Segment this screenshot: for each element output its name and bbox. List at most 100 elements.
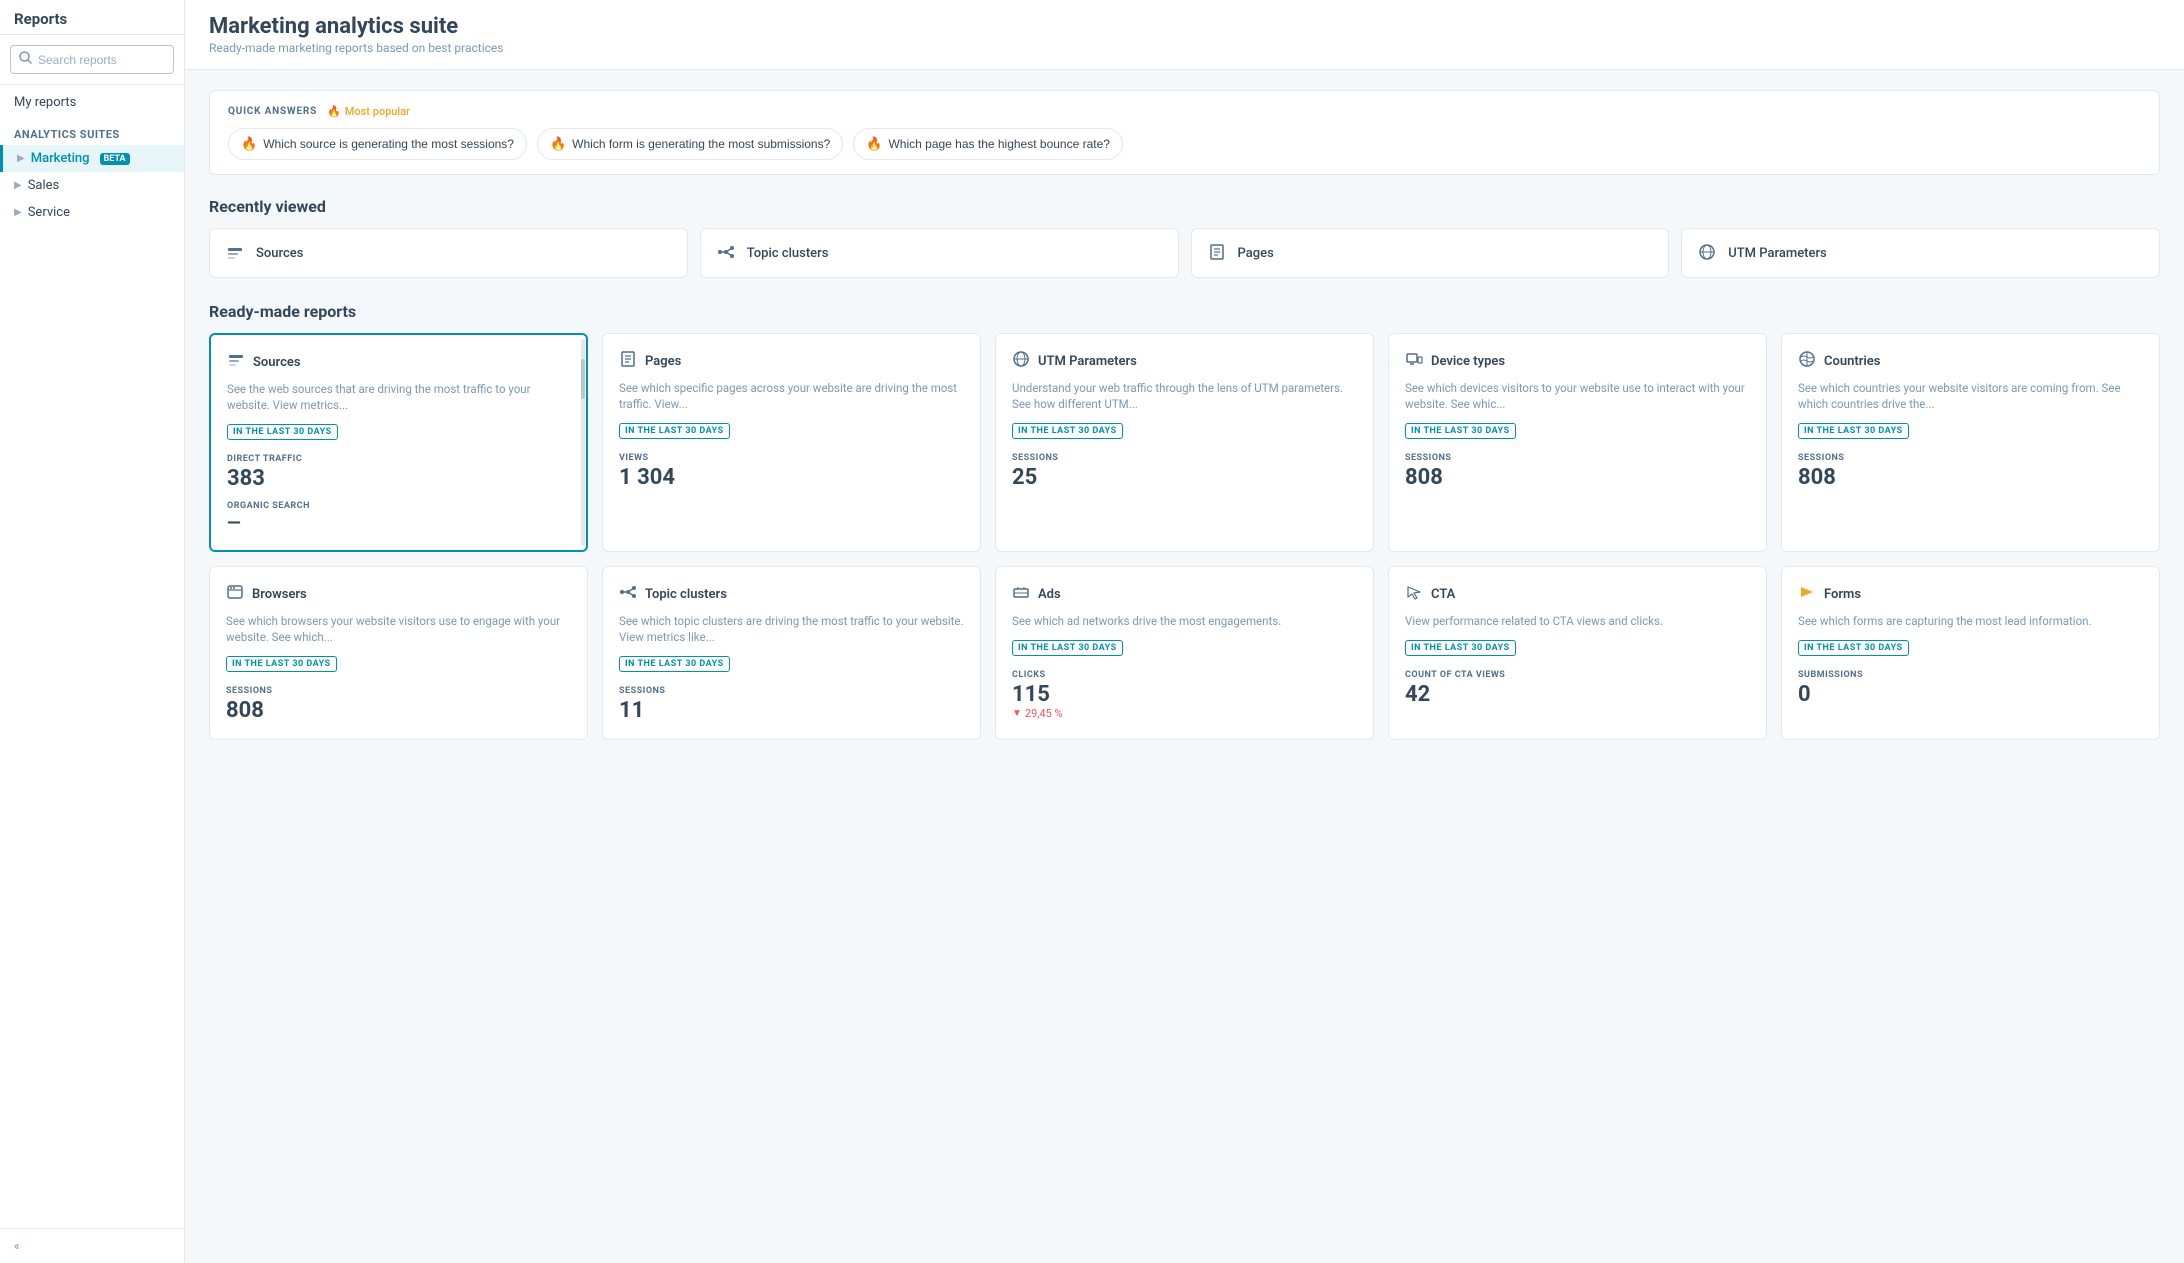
- cta-card-icon: [1405, 583, 1423, 605]
- browsers-card-icon: [226, 583, 244, 605]
- metric-sessions: SESSIONS 808: [1798, 453, 2143, 490]
- report-card-header: Forms: [1798, 583, 2143, 605]
- forms-card-icon: [1798, 583, 1816, 605]
- my-reports-link[interactable]: My reports: [0, 85, 184, 120]
- report-card-metrics: SUBMISSIONS 0: [1798, 670, 2143, 707]
- sidebar-item-marketing[interactable]: ▶ Marketing BETA: [0, 145, 184, 172]
- search-wrap: [0, 35, 184, 85]
- flame-icon: 🔥: [241, 136, 257, 152]
- report-card-header: Countries: [1798, 350, 2143, 372]
- rv-card-topic-clusters[interactable]: Topic clusters: [700, 228, 1179, 278]
- main-content: Marketing analytics suite Ready-made mar…: [185, 0, 2184, 1263]
- report-card-desc: See which devices visitors to your websi…: [1405, 380, 1750, 412]
- report-card-metrics: VIEWS 1 304: [619, 453, 964, 490]
- report-card-title: Topic clusters: [645, 587, 727, 602]
- metric-direct-traffic: DIRECT TRAFFIC 383: [227, 454, 570, 491]
- report-card-title: Browsers: [252, 587, 307, 602]
- search-box[interactable]: [10, 45, 174, 74]
- report-card-header: Browsers: [226, 583, 571, 605]
- report-card-browsers[interactable]: Browsers See which browsers your website…: [209, 566, 588, 740]
- rv-card-sources[interactable]: Sources: [209, 228, 688, 278]
- flame-icon: 🔥: [866, 136, 882, 152]
- in-last-badge: IN THE LAST 30 DAYS: [1012, 640, 1123, 656]
- metric-sessions: SESSIONS 25: [1012, 453, 1357, 490]
- rv-label: Topic clusters: [747, 246, 829, 261]
- sidebar-item-sales[interactable]: ▶ Sales: [0, 172, 184, 199]
- chevron-icon: ▶: [14, 207, 22, 218]
- rv-label: Pages: [1238, 246, 1274, 261]
- rv-card-utm[interactable]: UTM Parameters: [1681, 228, 2160, 278]
- report-card-topic-clusters[interactable]: Topic clusters See which topic clusters …: [602, 566, 981, 740]
- rv-card-pages[interactable]: Pages: [1191, 228, 1670, 278]
- search-icon: [19, 51, 32, 68]
- report-card-desc: See which ad networks drive the most eng…: [1012, 613, 1357, 629]
- device-card-icon: [1405, 350, 1423, 372]
- chevron-icon: ▶: [17, 153, 25, 164]
- report-card-desc: View performance related to CTA views an…: [1405, 613, 1750, 629]
- report-card-metrics: DIRECT TRAFFIC 383 ORGANIC SEARCH —: [227, 454, 570, 534]
- rv-label: Sources: [256, 246, 303, 261]
- quick-answers-items: 🔥 Which source is generating the most se…: [228, 128, 2141, 160]
- report-card-utm[interactable]: UTM Parameters Understand your web traff…: [995, 333, 1374, 552]
- flame-icon: 🔥: [550, 136, 566, 152]
- metric-sessions: SESSIONS 808: [1405, 453, 1750, 490]
- most-popular-badge: 🔥 Most popular: [327, 105, 410, 118]
- metric-cta-views: COUNT OF CTA VIEWS 42: [1405, 670, 1750, 707]
- sidebar-item-label: Service: [28, 205, 70, 220]
- sidebar-collapse-button[interactable]: «: [0, 1228, 184, 1263]
- sidebar-item-service[interactable]: ▶ Service: [0, 199, 184, 226]
- report-card-metrics: CLICKS 115 ▼ 29,45 %: [1012, 670, 1357, 720]
- quick-answers-header: QUICK ANSWERS 🔥 Most popular: [228, 105, 2141, 118]
- app-title: Reports: [0, 0, 184, 35]
- quick-answers-section: QUICK ANSWERS 🔥 Most popular 🔥 Which sou…: [209, 90, 2160, 175]
- recently-viewed-grid: Sources To: [209, 228, 2160, 278]
- search-input[interactable]: [38, 53, 165, 67]
- in-last-badge: IN THE LAST 30 DAYS: [1012, 423, 1123, 439]
- quick-answer-bounce[interactable]: 🔥 Which page has the highest bounce rate…: [853, 128, 1123, 160]
- page-title: Marketing analytics suite: [209, 14, 2160, 39]
- report-card-header: UTM Parameters: [1012, 350, 1357, 372]
- page-header: Marketing analytics suite Ready-made mar…: [185, 0, 2184, 70]
- topic-clusters-card-icon: [619, 583, 637, 605]
- page-subtitle: Ready-made marketing reports based on be…: [209, 41, 2160, 55]
- report-card-device-types[interactable]: Device types See which devices visitors …: [1388, 333, 1767, 552]
- quick-answer-forms[interactable]: 🔥 Which form is generating the most subm…: [537, 128, 843, 160]
- metric-organic-search: ORGANIC SEARCH —: [227, 501, 570, 534]
- report-card-header: CTA: [1405, 583, 1750, 605]
- pages-card-icon: [619, 350, 637, 372]
- down-arrow-icon: ▼: [1012, 708, 1022, 719]
- ready-made-reports-title: Ready-made reports: [209, 302, 2160, 321]
- report-card-pages[interactable]: Pages See which specific pages across yo…: [602, 333, 981, 552]
- report-card-cta[interactable]: CTA View performance related to CTA view…: [1388, 566, 1767, 740]
- sidebar-item-label: Sales: [28, 178, 60, 193]
- ads-card-icon: [1012, 583, 1030, 605]
- report-card-ads[interactable]: Ads See which ad networks drive the most…: [995, 566, 1374, 740]
- report-card-title: Ads: [1038, 587, 1061, 602]
- sidebar: Reports My reports Analytics suites ▶ Ma…: [0, 0, 185, 1263]
- report-card-desc: See which countries your website visitor…: [1798, 380, 2143, 412]
- report-card-title: Forms: [1824, 587, 1861, 602]
- pages-icon: [1208, 243, 1228, 263]
- report-card-title: UTM Parameters: [1038, 354, 1137, 369]
- report-card-desc: See which topic clusters are driving the…: [619, 613, 964, 645]
- in-last-badge: IN THE LAST 30 DAYS: [619, 423, 730, 439]
- report-card-countries[interactable]: Countries See which countries your websi…: [1781, 333, 2160, 552]
- quick-answer-sessions[interactable]: 🔥 Which source is generating the most se…: [228, 128, 527, 160]
- report-card-sources[interactable]: Sources See the web sources that are dri…: [209, 333, 588, 552]
- in-last-badge: IN THE LAST 30 DAYS: [227, 424, 338, 440]
- report-card-metrics: SESSIONS 808: [226, 686, 571, 723]
- report-card-title: Countries: [1824, 354, 1880, 369]
- reports-grid: Sources See the web sources that are dri…: [209, 333, 2160, 740]
- flame-icon: 🔥: [327, 105, 341, 118]
- report-card-header: Pages: [619, 350, 964, 372]
- metric-sessions: SESSIONS 11: [619, 686, 964, 723]
- in-last-badge: IN THE LAST 30 DAYS: [619, 656, 730, 672]
- report-card-forms[interactable]: Forms See which forms are capturing the …: [1781, 566, 2160, 740]
- metric-change: ▼ 29,45 %: [1012, 707, 1357, 720]
- report-card-title: Sources: [253, 355, 301, 370]
- metric-views: VIEWS 1 304: [619, 453, 964, 490]
- metric-submissions: SUBMISSIONS 0: [1798, 670, 2143, 707]
- report-card-desc: See the web sources that are driving the…: [227, 381, 570, 413]
- utm-icon: [1698, 243, 1718, 263]
- in-last-badge: IN THE LAST 30 DAYS: [1405, 640, 1516, 656]
